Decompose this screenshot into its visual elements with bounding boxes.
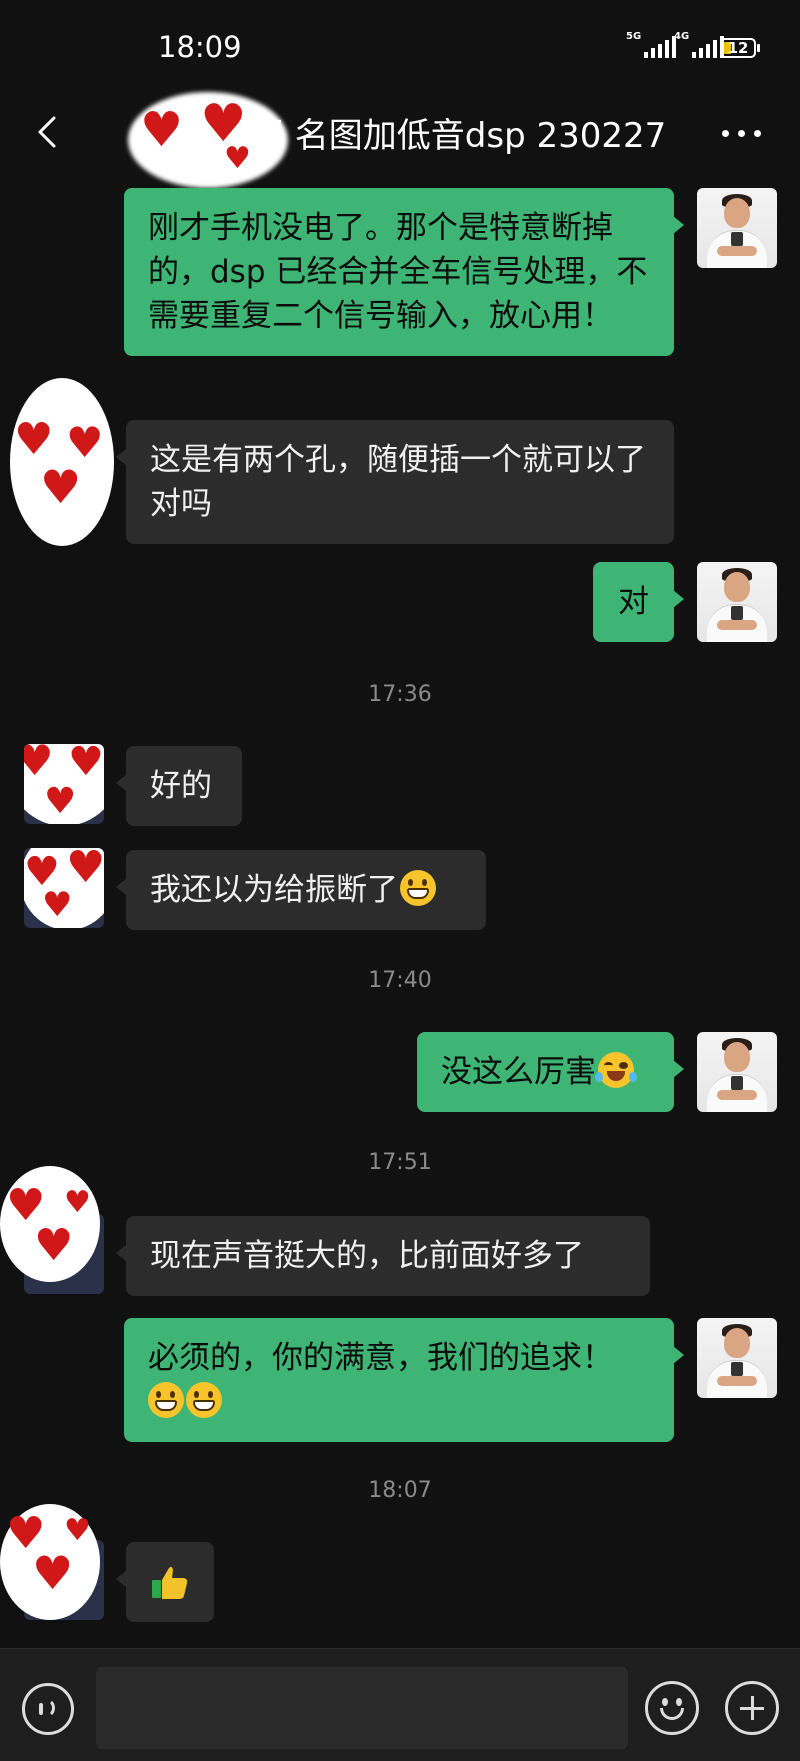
plus-icon[interactable] [725,1681,779,1735]
avatar-self[interactable] [697,188,777,268]
laugh-cry-emoji-icon [595,1052,637,1088]
chat-header: 贸 名图加低音dsp 230227 [0,100,800,164]
signal-5g-icon: 5G [626,32,676,58]
battery-tip [757,44,760,52]
message-bubble-incoming[interactable]: 现在声音挺大的，比前面好多了 [116,1216,650,1296]
avatar-self[interactable] [697,562,777,642]
heart-icon: ♥ [34,1220,74,1271]
avatar-self[interactable] [697,1318,777,1398]
heart-icon: ♥ [66,418,104,467]
message-text: 没这么厉害 [441,1054,596,1090]
voice-icon[interactable] [22,1683,74,1735]
heart-icon: ♥ [66,848,104,893]
message-text: 我还以为给振断了 [150,872,398,908]
message-text: 必须的，你的满意，我们的追求！ [148,1340,613,1376]
message-bubble-incoming[interactable]: 好的 [116,746,242,826]
thumbs-up-emoji-icon [152,1566,188,1599]
signal-4g-icon: 4G [674,32,724,58]
avatar-contact[interactable]: ♥ ♥ ♥ [10,378,114,546]
message-bubble-incoming[interactable]: 这是有两个孔，随便插一个就可以了对吗 [116,420,674,544]
heart-icon: ♥ [140,102,184,158]
timestamp: 17:36 [368,682,432,707]
battery-level: 12 [727,39,749,57]
timestamp: 17:51 [368,1150,432,1175]
heart-icon: ♥ [224,141,251,176]
avatar-contact[interactable]: ♥ ♥ ♥ [0,1166,112,1296]
status-bar: 18:09 5G 4G 12 [0,0,800,100]
timestamp: 17:40 [368,968,432,993]
grin-emoji-icon [186,1382,222,1418]
message-bubble-incoming[interactable]: 我还以为给振断了 [116,850,486,930]
message-bubble-incoming[interactable] [116,1542,214,1622]
status-time: 18:09 [158,30,242,64]
chat-title: 贸 名图加低音dsp 230227 [250,116,667,156]
message-bubble-outgoing[interactable]: 刚才手机没电了。那个是特意断掉的，dsp 已经合并全车信号处理，不需要重复二个信… [124,188,684,356]
message-input[interactable] [96,1667,628,1749]
emoji-icon[interactable] [645,1681,699,1735]
chevron-left-icon[interactable] [28,112,68,152]
heart-icon: ♥ [44,781,77,822]
more-dots-icon[interactable] [722,130,766,140]
timestamp: 18:07 [368,1478,432,1503]
heart-icon: ♥ [64,1185,91,1220]
heart-icon: ♥ [64,1513,91,1548]
header-avatar-sticker: ♥ ♥ ♥ [128,92,288,188]
avatar-contact[interactable]: ♥ ♥ ♥ [24,744,104,824]
battery-icon: 12 [720,38,756,58]
chat-input-bar [0,1648,800,1761]
heart-icon: ♥ [68,744,104,785]
avatar-contact[interactable]: ♥ ♥ ♥ [0,1504,112,1624]
message-bubble-outgoing[interactable]: 对 [593,562,684,642]
grin-emoji-icon [400,870,436,906]
heart-icon: ♥ [24,744,54,785]
message-bubble-outgoing[interactable]: 没这么厉害 [417,1032,684,1112]
grin-emoji-icon [148,1382,184,1418]
heart-icon: ♥ [42,885,73,925]
heart-icon: ♥ [40,460,82,514]
heart-icon: ♥ [32,1546,74,1600]
heart-icon: ♥ [14,414,54,465]
avatar-self[interactable] [697,1032,777,1112]
avatar-contact[interactable]: ♥ ♥ ♥ [24,848,104,928]
message-bubble-outgoing[interactable]: 必须的，你的满意，我们的追求！ [124,1318,684,1442]
